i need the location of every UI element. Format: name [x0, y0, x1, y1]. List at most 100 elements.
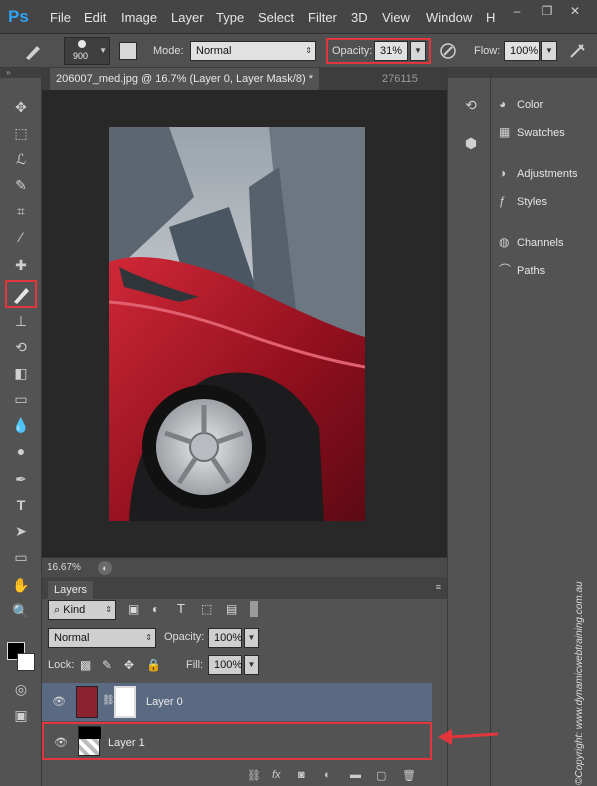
brush-tool-active[interactable]: [5, 280, 37, 308]
path-selection-tool-icon[interactable]: ➤: [10, 520, 32, 542]
menu-view[interactable]: View: [382, 10, 410, 25]
history-brush-tool-icon[interactable]: ⟲: [10, 336, 32, 358]
layers-panel-header: [42, 577, 447, 599]
mode-select[interactable]: Normal ⇕: [190, 41, 316, 61]
menu-image[interactable]: Image: [121, 10, 157, 25]
menu-filter[interactable]: Filter: [308, 10, 337, 25]
info-icon[interactable]: ◐: [98, 561, 112, 575]
lock-pixels-icon[interactable]: ✎: [102, 658, 112, 672]
link-icon[interactable]: ⛓: [102, 695, 115, 706]
panel-paths[interactable]: ⌒ Paths: [499, 259, 545, 281]
restore-icon[interactable]: ❐: [540, 4, 554, 18]
quick-mask-icon[interactable]: ◎: [10, 678, 32, 700]
brush-tool-icon[interactable]: [22, 41, 44, 61]
menu-type[interactable]: Type: [216, 10, 244, 25]
hand-tool-icon[interactable]: ✋: [10, 574, 32, 596]
adjustment-layer-icon[interactable]: ◐: [324, 769, 331, 781]
healing-brush-tool-icon[interactable]: ✚: [10, 254, 32, 276]
screen-mode-icon[interactable]: ▣: [10, 704, 32, 726]
menu-edit[interactable]: Edit: [84, 10, 106, 25]
crop-tool-icon[interactable]: ⌗: [10, 200, 32, 222]
add-mask-icon[interactable]: ◙: [298, 769, 305, 781]
close-icon[interactable]: ✕: [568, 4, 582, 18]
lock-position-icon[interactable]: ✥: [124, 658, 134, 672]
visibility-eye-icon[interactable]: 👁: [54, 736, 68, 750]
flow-field[interactable]: 100%: [504, 41, 540, 61]
layer-name[interactable]: Layer 1: [108, 737, 145, 749]
marquee-tool-icon[interactable]: ⬚: [10, 122, 32, 144]
document-image[interactable]: [109, 127, 365, 521]
eraser-tool-icon[interactable]: ◧: [10, 362, 32, 384]
3d-panel-icon[interactable]: ⬢: [460, 132, 482, 154]
new-layer-icon[interactable]: ▢: [376, 769, 386, 782]
visibility-eye-icon[interactable]: 👁: [52, 695, 66, 709]
quick-selection-tool-icon[interactable]: ✎: [10, 174, 32, 196]
minimize-icon[interactable]: –: [510, 4, 524, 18]
lasso-tool-icon[interactable]: ℒ: [10, 148, 32, 170]
layer-row-layer-1[interactable]: 👁 Layer 1: [42, 722, 432, 760]
brush-panel-icon[interactable]: [119, 42, 137, 60]
panel-adjustments[interactable]: ◑ Adjustments: [499, 162, 578, 184]
fill-field[interactable]: 100%: [208, 655, 242, 675]
layer-name[interactable]: Layer 0: [146, 696, 183, 708]
lock-all-icon[interactable]: 🔒: [146, 658, 161, 672]
brush-tip-icon: [78, 40, 86, 48]
layer-mask-thumbnail[interactable]: [114, 686, 136, 718]
menu-file[interactable]: File: [50, 10, 71, 25]
layer-style-icon[interactable]: fx: [272, 769, 281, 781]
filter-toggle[interactable]: [250, 601, 258, 617]
move-tool-icon[interactable]: ✥: [10, 96, 32, 118]
pen-tool-icon[interactable]: ✒: [10, 468, 32, 490]
filter-adjustment-icon[interactable]: ◐: [152, 602, 159, 616]
panel-paths-label: Paths: [517, 265, 546, 277]
layer-thumbnail: [78, 726, 101, 756]
pressure-opacity-icon[interactable]: [438, 41, 458, 61]
document-tab-bar: 206007_med.jpg @ 16.7% (Layer 0, Layer M…: [42, 68, 447, 90]
dodge-tool-icon[interactable]: ●: [10, 440, 32, 462]
tab-active-document[interactable]: 206007_med.jpg @ 16.7% (Layer 0, Layer M…: [50, 68, 319, 90]
filter-smart-object-icon[interactable]: ▤: [226, 602, 237, 616]
menu-select[interactable]: Select: [258, 10, 294, 25]
blur-tool-icon[interactable]: 💧: [10, 414, 32, 436]
filter-pixel-icon[interactable]: ▣: [128, 602, 139, 616]
zoom-level[interactable]: 16.67%: [47, 562, 81, 573]
panel-collapse-icon[interactable]: »: [0, 68, 42, 78]
flow-slider-button[interactable]: ▼: [541, 41, 557, 61]
lock-transparency-icon[interactable]: ▩: [80, 658, 91, 672]
filter-kind-select[interactable]: ⌕ Kind ⇕: [48, 600, 116, 620]
delete-layer-icon[interactable]: 🗑: [402, 769, 416, 782]
panel-color[interactable]: ◕ Color: [499, 93, 543, 115]
new-group-icon[interactable]: ▬: [350, 769, 361, 781]
link-layers-icon[interactable]: ⛓: [247, 769, 261, 782]
gradient-tool-icon[interactable]: ▭: [10, 388, 32, 410]
panel-channels[interactable]: ◍ Channels: [499, 231, 563, 253]
history-panel-icon[interactable]: ⟲: [460, 94, 482, 116]
chevron-updown-icon: ⇕: [305, 46, 312, 55]
tab-layers[interactable]: Layers: [48, 581, 94, 599]
panel-menu-icon[interactable]: ≡: [436, 582, 441, 592]
dock-header: [448, 68, 491, 78]
fill-slider-button[interactable]: ▼: [244, 655, 259, 675]
filter-shape-icon[interactable]: ⬚: [201, 602, 212, 616]
menu-help[interactable]: H: [486, 10, 495, 25]
blend-mode-select[interactable]: Normal ⇕: [48, 628, 156, 648]
tab-other-document[interactable]: 276115: [382, 68, 418, 90]
menu-layer[interactable]: Layer: [171, 10, 204, 25]
layer-row-layer-0[interactable]: 👁 ⛓ Layer 0: [42, 683, 432, 721]
menu-3d[interactable]: 3D: [351, 10, 368, 25]
panel-styles[interactable]: ƒ Styles: [499, 190, 547, 212]
airbrush-icon[interactable]: [568, 41, 588, 61]
panel-swatches[interactable]: ▦ Swatches: [499, 121, 565, 143]
type-tool-icon[interactable]: T: [10, 494, 32, 516]
filter-type-icon[interactable]: T: [177, 601, 185, 616]
layer-opacity-slider-button[interactable]: ▼: [244, 628, 259, 648]
zoom-tool-icon[interactable]: 🔍: [10, 600, 32, 622]
menu-window[interactable]: Window: [426, 10, 472, 25]
paths-icon: ⌒: [499, 263, 512, 277]
clone-stamp-tool-icon[interactable]: ⊥: [10, 310, 32, 332]
brush-preset-picker[interactable]: 900 ▼: [64, 37, 110, 65]
layer-opacity-field[interactable]: 100%: [208, 628, 242, 648]
rectangle-tool-icon[interactable]: ▭: [10, 546, 32, 568]
background-color-swatch[interactable]: [17, 653, 35, 671]
eyedropper-tool-icon[interactable]: ⁄: [10, 226, 32, 248]
